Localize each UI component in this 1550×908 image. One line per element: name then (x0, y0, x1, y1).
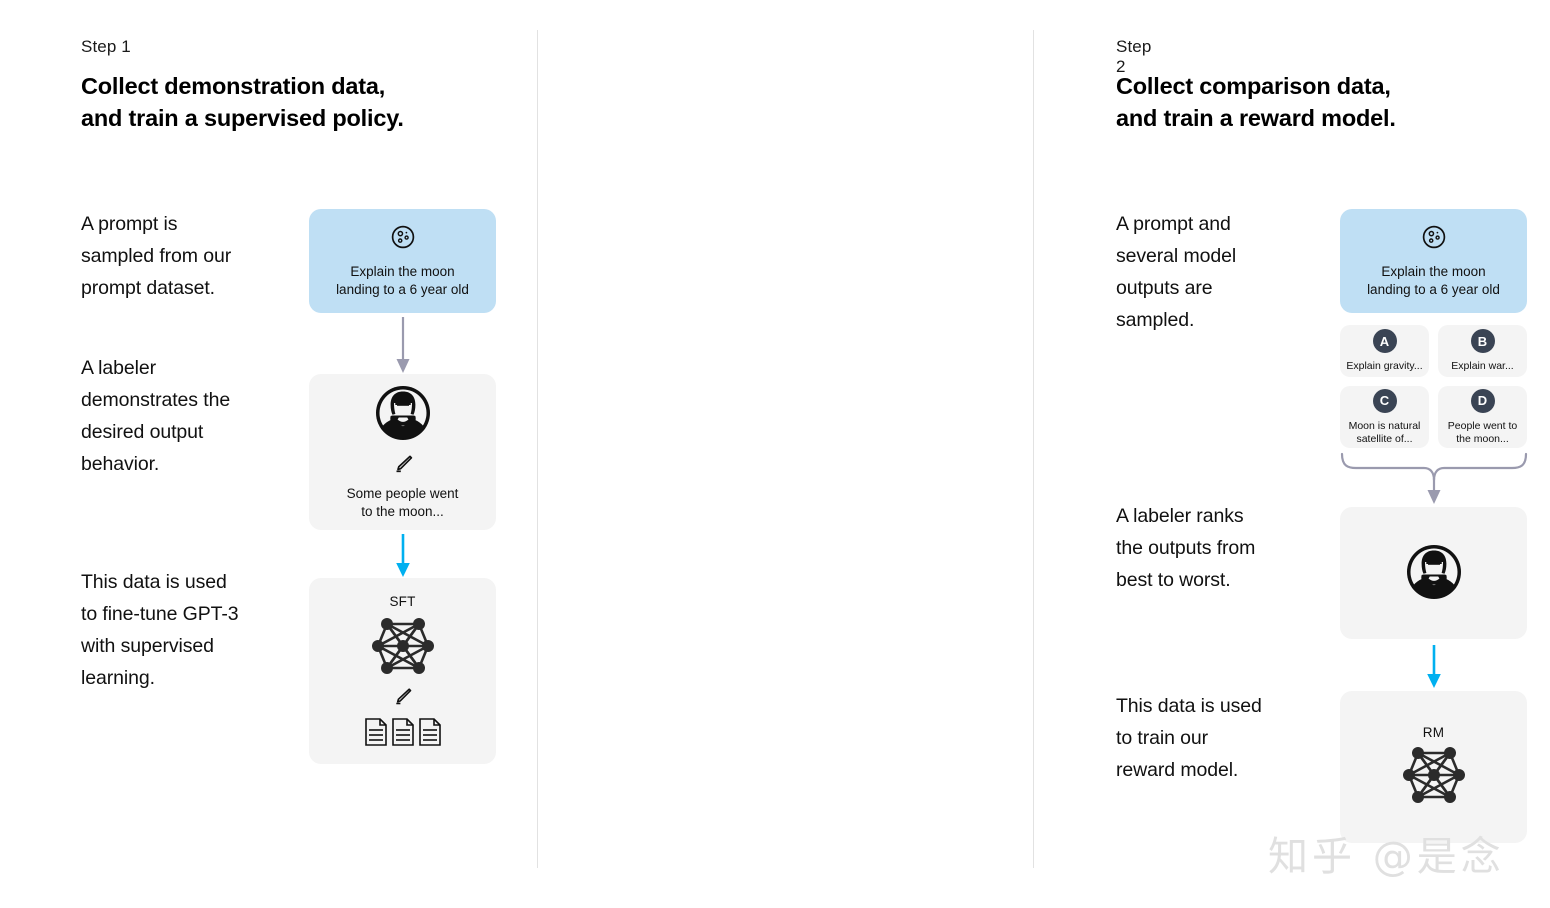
step-1-prompt-text: Explain the moon landing to a 6 year old (336, 263, 469, 297)
documents-icon (362, 716, 444, 753)
step-3-column: Step 3 Optimize a policy against the rew… (1034, 0, 1550, 908)
neural-network-icon (362, 615, 444, 682)
step-1-sft-title: SFT (389, 593, 416, 609)
diagram-canvas: Step 1 Collect demonstration data, and t… (0, 0, 1550, 908)
pencil-icon (392, 686, 413, 712)
step-1-labeler-text: Some people went to the moon... (346, 485, 459, 519)
step-1-paragraph-1: A prompt is sampled from our prompt data… (81, 213, 232, 299)
step-1-arrow-prompt-to-labeler (396, 317, 410, 373)
step-1-arrow-labeler-to-sft (396, 534, 410, 577)
step-2-column: Step 2 Collect comparison data, and trai… (538, 0, 1528, 908)
step-1-column: Step 1 Collect demonstration data, and t… (0, 0, 538, 908)
step-1-label: Step 1 (81, 37, 131, 56)
watermark: 知乎 @是念 (1268, 834, 1505, 880)
pencil-icon (392, 453, 414, 480)
step-1-prompt-card[interactable]: Explain the moon landing to a 6 year old (309, 209, 496, 313)
step-1-paragraph-3: This data is used to fine-tune GPT-3 wit… (81, 571, 239, 689)
step-1-paragraph-2: A labeler demonstrates the desired outpu… (81, 357, 231, 475)
step-1-sft-card[interactable]: SFT (309, 578, 496, 764)
moon-icon (390, 224, 416, 255)
step-1-title: Collect demonstration data, and train a … (81, 73, 404, 131)
labeler-avatar-icon (374, 384, 432, 447)
step-1-labeler-card[interactable]: Some people went to the moon... (309, 374, 496, 530)
